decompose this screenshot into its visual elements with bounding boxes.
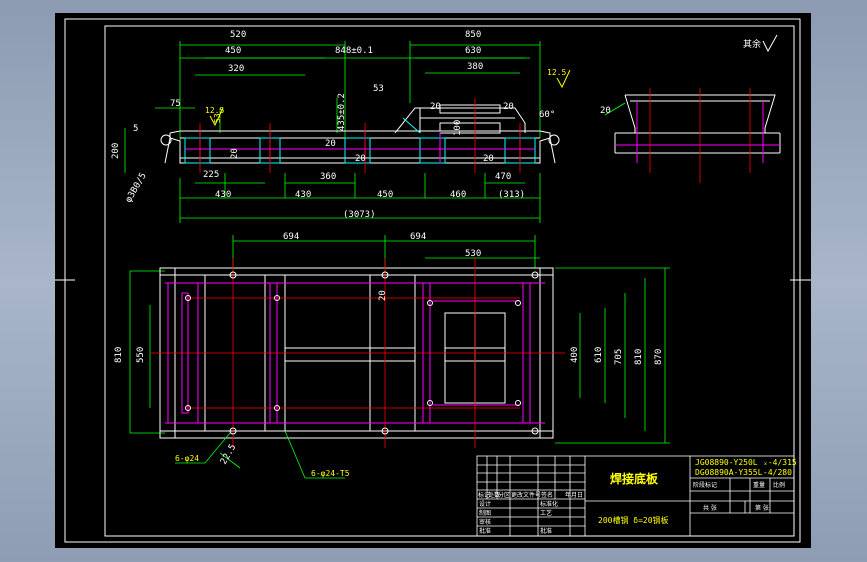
- tb-approve-2: 批准: [540, 527, 552, 535]
- roughness-value-top: 12.5: [547, 68, 566, 77]
- dim-60deg: 60°: [539, 110, 555, 120]
- dim-460: 460: [450, 190, 466, 200]
- dim-848: 848±0.1: [335, 46, 373, 56]
- dim-520: 520: [230, 30, 246, 40]
- title-block: 焊接底板 200槽钢 δ=20钢板 JG08890-Y250L ₓ-4/315 …: [476, 455, 797, 537]
- tb-process: 工艺: [540, 509, 552, 517]
- plan-view: 694 694 530 810 550 20 400 610 705 810 8…: [114, 232, 670, 479]
- tb-change-doc: 更改文件号: [511, 491, 541, 499]
- tb-design: 设计: [479, 500, 491, 508]
- dim-20-e: 20: [355, 154, 366, 164]
- tb-standardization: 标准化: [540, 500, 558, 508]
- plan-dim-22: 22.5: [219, 443, 239, 467]
- tb-weight: 重量: [753, 481, 765, 489]
- dim-20-c: 20: [325, 139, 336, 149]
- dim-450-b: 450: [377, 190, 393, 200]
- hole-callout-left: 6-φ24: [175, 454, 199, 463]
- dim-phi: φ3B0/5: [124, 171, 149, 204]
- tb-scale: 比例: [773, 481, 785, 489]
- dim-20-b: 20: [430, 102, 441, 112]
- tb-approve: 批准: [479, 527, 491, 535]
- dim-20-f: 20: [483, 154, 494, 164]
- plan-dim-705: 705: [614, 349, 624, 365]
- plan-dim-20: 20: [378, 290, 388, 301]
- roughness-note: 其余: [743, 38, 761, 50]
- tb-sheet-total: 共 张: [703, 504, 717, 512]
- dim-450: 450: [225, 46, 241, 56]
- cad-drawing: 520 450 320 850 630 380 848±0.1 75 5 200…: [55, 18, 811, 543]
- dim-3073: (3073): [343, 210, 376, 220]
- part-number-1-suffix: ₓ-4/315: [763, 458, 797, 467]
- tb-zone: 分区: [498, 491, 510, 499]
- tb-drafting: 制图: [479, 509, 491, 517]
- dim-200: 200: [111, 143, 121, 159]
- dim-53-right: 53: [373, 84, 384, 94]
- plan-dim-694-a: 694: [283, 232, 299, 242]
- dim-20-d: 20: [503, 102, 514, 112]
- dim-100: 100: [453, 120, 463, 136]
- plan-dim-550: 550: [136, 347, 146, 363]
- drawing-title: 焊接底板: [610, 471, 659, 486]
- dim-630: 630: [465, 46, 481, 56]
- dim-430-a: 430: [215, 190, 231, 200]
- tb-stage-mark: 阶段标记: [693, 481, 717, 489]
- dim-850: 850: [465, 30, 481, 40]
- dim-320: 320: [228, 64, 244, 74]
- dim-225: 225: [203, 170, 219, 180]
- technical-note: 200槽钢 δ=20钢板: [598, 515, 669, 525]
- dim-435: 435±0.2: [337, 93, 347, 131]
- tb-review: 审核: [479, 518, 491, 526]
- dim-470: 470: [495, 172, 511, 182]
- tb-signature: 签名: [541, 491, 553, 499]
- roughness-note-symbol: [762, 34, 778, 53]
- dim-380: 380: [467, 62, 483, 72]
- side-dim-20: 20: [600, 106, 611, 116]
- side-view: 20 其余: [600, 34, 781, 183]
- dim-75: 75: [170, 99, 181, 109]
- plan-dim-810: 810: [114, 347, 124, 363]
- part-number-1: JG08890-Y250L: [695, 458, 758, 467]
- front-view: 520 450 320 850 630 380 848±0.1 75 5 200…: [111, 30, 571, 223]
- plan-dim-870: 870: [654, 349, 664, 365]
- plan-dim-400: 400: [570, 347, 580, 363]
- hole-callout-mid: 6-φ24-T5: [311, 469, 350, 478]
- dim-313: (313): [498, 190, 525, 200]
- tb-date: 年月日: [565, 491, 583, 499]
- dim-20-a: 20: [230, 148, 240, 159]
- plan-dim-810-r: 810: [634, 349, 644, 365]
- dim-5: 5: [133, 124, 138, 134]
- dim-360: 360: [320, 172, 336, 182]
- plan-dim-530: 530: [465, 249, 481, 259]
- part-number-2: DG08890A-Y355L: [695, 468, 763, 477]
- part-number-2-suffix: -4/280: [763, 468, 792, 477]
- drawing-sheet: 520 450 320 850 630 380 848±0.1 75 5 200…: [55, 13, 811, 548]
- dim-430-b: 430: [295, 190, 311, 200]
- plan-dim-694-b: 694: [410, 232, 426, 242]
- plan-dim-610: 610: [594, 347, 604, 363]
- tb-sheet-no: 第 张: [755, 504, 769, 512]
